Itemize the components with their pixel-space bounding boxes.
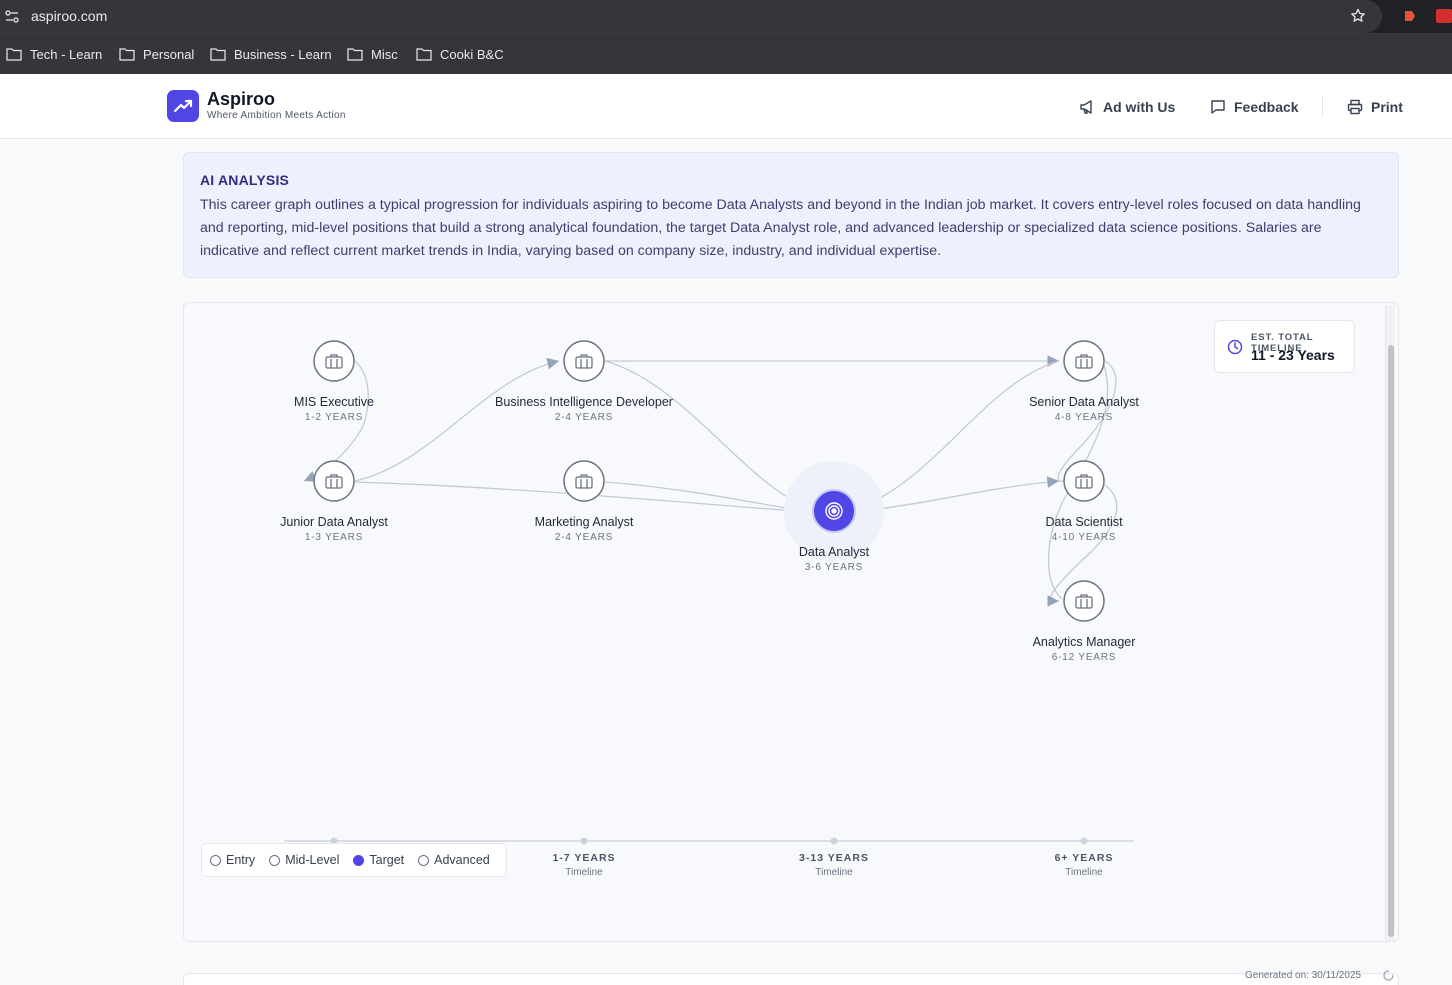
node-years: 4-8 YEARS [1054, 412, 1114, 423]
node-years: 6-12 YEARS [1051, 652, 1117, 663]
ad-with-us-label: Ad with Us [1103, 99, 1176, 115]
folder-icon [119, 48, 135, 61]
extension-icon[interactable] [1436, 9, 1452, 23]
bookmark-label: Tech - Learn [30, 46, 103, 62]
node-years: 1-3 YEARS [304, 532, 364, 543]
bookmark-folder[interactable]: Cooki B&C [416, 46, 504, 62]
timeline-axis-sub: Timeline [815, 867, 853, 878]
graph-scrollbar-thumb[interactable] [1388, 345, 1394, 937]
timeline-axis-sub: Timeline [1065, 867, 1103, 878]
bookmark-folder[interactable]: Tech - Learn [6, 46, 102, 62]
ai-analysis-card: AI ANALYSIS This career graph outlines a… [183, 152, 1399, 278]
next-section-card [183, 973, 1399, 985]
bookmark-folder[interactable]: Personal [119, 46, 194, 62]
total-timeline-value: 11 - 23 Years [1251, 347, 1335, 363]
node-label[interactable]: Senior Data Analyst [984, 395, 1184, 409]
legend-dot [269, 854, 281, 866]
feedback-button[interactable]: Feedback [1210, 98, 1299, 116]
edge-bi-to-data-analyst [604, 360, 811, 511]
node-years: 1-2 YEARS [304, 412, 364, 423]
trending-up-icon [173, 99, 193, 113]
clock-icon [1227, 339, 1243, 355]
node-years: 2-4 YEARS [554, 532, 614, 543]
node-label[interactable]: Marketing Analyst [484, 515, 684, 529]
browser-toolbar: aspiroo.com [0, 0, 1452, 33]
brand-logo[interactable] [167, 90, 199, 122]
folder-icon [347, 48, 363, 61]
timeline-axis-sub: Timeline [565, 867, 603, 878]
print-label: Print [1371, 99, 1403, 115]
bookmark-label: Cooki B&C [440, 46, 504, 62]
node-circle-bi-developer [563, 340, 605, 382]
address-bar[interactable]: aspiroo.com [0, 0, 1382, 33]
node-years: 4-10 YEARS [1051, 532, 1117, 543]
graph-legend: Entry Mid-Level Target Advanced [201, 843, 507, 877]
folder-icon [210, 48, 226, 61]
legend-label: Entry [226, 853, 256, 867]
total-timeline-card: EST. TOTAL TIMELINE 11 - 23 Years [1214, 320, 1355, 373]
target-icon [825, 502, 843, 520]
legend-label: Target [369, 853, 405, 867]
node-label[interactable]: MIS Executive [234, 395, 434, 409]
legend-item-advanced: Advanced [418, 853, 490, 867]
node-label[interactable]: Data Analyst [734, 545, 934, 559]
brand-name[interactable]: Aspiroo [207, 89, 275, 110]
feedback-label: Feedback [1234, 99, 1299, 115]
node-label[interactable]: Analytics Manager [984, 635, 1184, 649]
timeline-axis-label: 6+ YEARS [1054, 852, 1114, 864]
bookmark-folder[interactable]: Misc [347, 46, 398, 62]
timeline-axis-label: 3-13 YEARS [799, 852, 869, 864]
node-label[interactable]: Data Scientist [984, 515, 1184, 529]
printer-icon [1347, 99, 1363, 115]
node-circle-analytics-manager [1063, 580, 1105, 622]
career-graph-panel[interactable]: MIS Executive 1-2 YEARS Junior Data Anal… [183, 302, 1399, 942]
print-button[interactable]: Print [1347, 98, 1403, 116]
legend-dot [418, 854, 430, 866]
header-divider [1322, 96, 1323, 118]
legend-dot [210, 854, 221, 866]
bookmark-label: Misc [371, 46, 398, 62]
node-circle-mis-executive [313, 340, 355, 382]
graph-scrollbar[interactable] [1385, 305, 1395, 941]
bookmarks-bar: Tech - Learn Personal Business - Learn M… [0, 33, 1452, 74]
folder-icon [6, 48, 22, 61]
node-years: 2-4 YEARS [554, 412, 614, 423]
bookmark-star-icon[interactable] [1350, 8, 1366, 24]
bookmark-label: Business - Learn [234, 46, 332, 62]
legend-item-mid-level: Mid-Level [269, 853, 339, 867]
node-circle-junior-data-analyst [313, 460, 355, 502]
legend-item-entry: Entry [210, 853, 255, 867]
brand-tagline: Where Ambition Meets Action [207, 110, 346, 121]
node-years: 3-6 YEARS [804, 562, 864, 573]
refresh-icon[interactable] [1382, 969, 1395, 982]
ad-with-us-button[interactable]: Ad with Us [1079, 98, 1175, 116]
url-text[interactable]: aspiroo.com [31, 8, 107, 24]
edge-marketing-to-data-analyst [604, 481, 810, 516]
briefcase-icons [325, 354, 1093, 609]
graph-nodes [313, 340, 1105, 622]
generated-date: Generated on: 30/11/2025 [1245, 970, 1362, 981]
ai-analysis-text: This career graph outlines a typical pro… [200, 197, 1361, 259]
timeline-axis-label: 1-7 YEARS [552, 852, 616, 864]
folder-icon [416, 48, 432, 61]
bookmark-folder[interactable]: Business - Learn [210, 46, 332, 62]
node-circle-data-scientist [1063, 460, 1105, 502]
app-header: Aspiroo Where Ambition Meets Action Ad w… [0, 74, 1452, 139]
megaphone-icon [1080, 100, 1092, 114]
node-circle-marketing-analyst [563, 460, 605, 502]
node-circle-senior-data-analyst [1063, 340, 1105, 382]
ai-analysis-title: AI ANALYSIS [200, 172, 290, 188]
extension-icon[interactable] [1403, 9, 1417, 23]
node-label[interactable]: Junior Data Analyst [234, 515, 434, 529]
message-icon [1211, 100, 1225, 114]
bookmark-label: Personal [143, 46, 195, 62]
edge-data-analyst-to-scientist [854, 476, 1060, 513]
site-settings-icon[interactable] [5, 10, 19, 23]
legend-dot [353, 854, 365, 866]
node-label[interactable]: Business Intelligence Developer [484, 395, 684, 409]
edge-data-analyst-to-senior [854, 360, 1060, 510]
legend-label: Mid-Level [285, 853, 340, 867]
legend-label: Advanced [434, 853, 490, 867]
legend-item-target: Target [353, 853, 404, 867]
